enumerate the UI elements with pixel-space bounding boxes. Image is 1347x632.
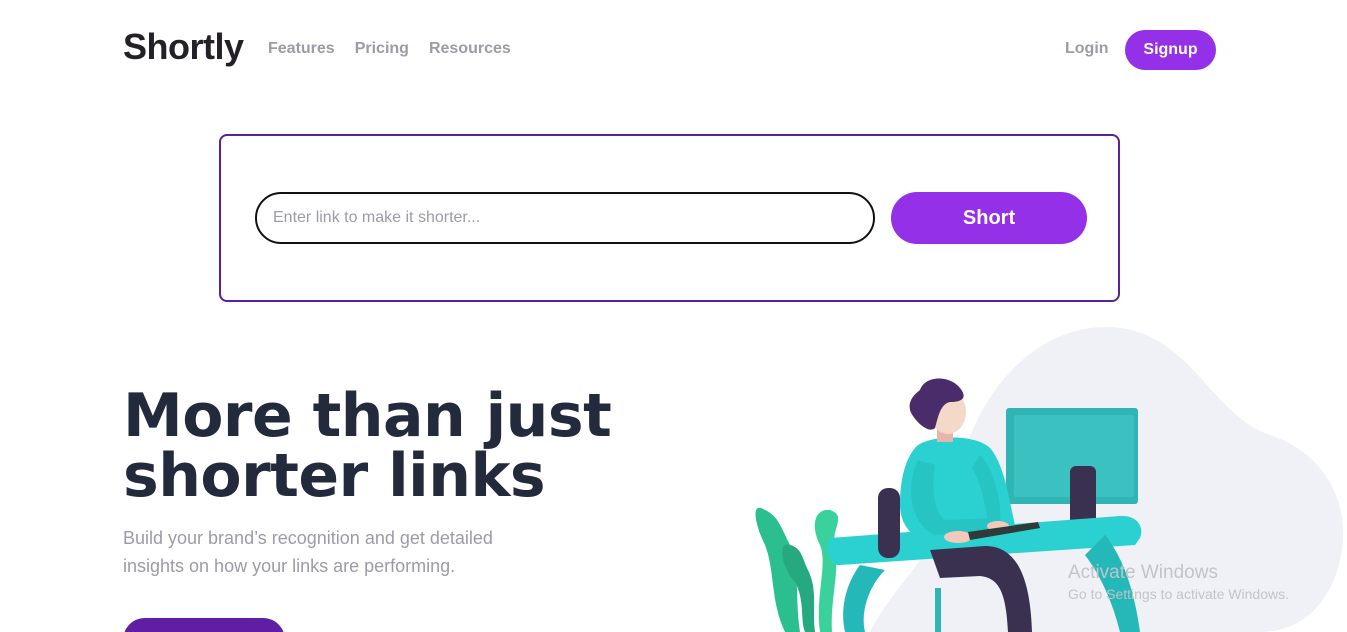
nav-item-resources[interactable]: Resources <box>429 40 511 58</box>
watermark-subtitle: Go to Settings to activate Windows. <box>1068 586 1289 602</box>
watermark-title: Activate Windows <box>1068 562 1218 583</box>
main-nav: Features Pricing Resources <box>268 40 511 58</box>
activate-windows-watermark: Activate Windows Go to Settings to activ… <box>1068 562 1289 602</box>
link-input[interactable] <box>255 192 875 244</box>
nav-item-pricing[interactable]: Pricing <box>355 40 409 58</box>
get-started-button[interactable] <box>123 618 285 632</box>
hero-subtitle: Build your brand’s recognition and get d… <box>123 524 543 580</box>
hero-title: More than just shorter links <box>123 386 643 506</box>
hero-subtitle-line-2: insights on how your links are performin… <box>123 556 456 576</box>
login-link[interactable]: Login <box>1065 40 1109 58</box>
short-button[interactable]: Short <box>891 192 1087 244</box>
hero-subtitle-line-1: Build your brand’s recognition and get d… <box>123 528 493 548</box>
shortener-form: Short <box>219 134 1120 302</box>
signup-button[interactable]: Signup <box>1125 30 1216 70</box>
nav-item-features[interactable]: Features <box>268 40 335 58</box>
logo[interactable]: Shortly <box>123 26 244 68</box>
page: Shortly Features Pricing Resources Login… <box>0 0 1347 632</box>
plant <box>755 507 839 632</box>
hero-title-line-2: shorter links <box>123 441 546 511</box>
